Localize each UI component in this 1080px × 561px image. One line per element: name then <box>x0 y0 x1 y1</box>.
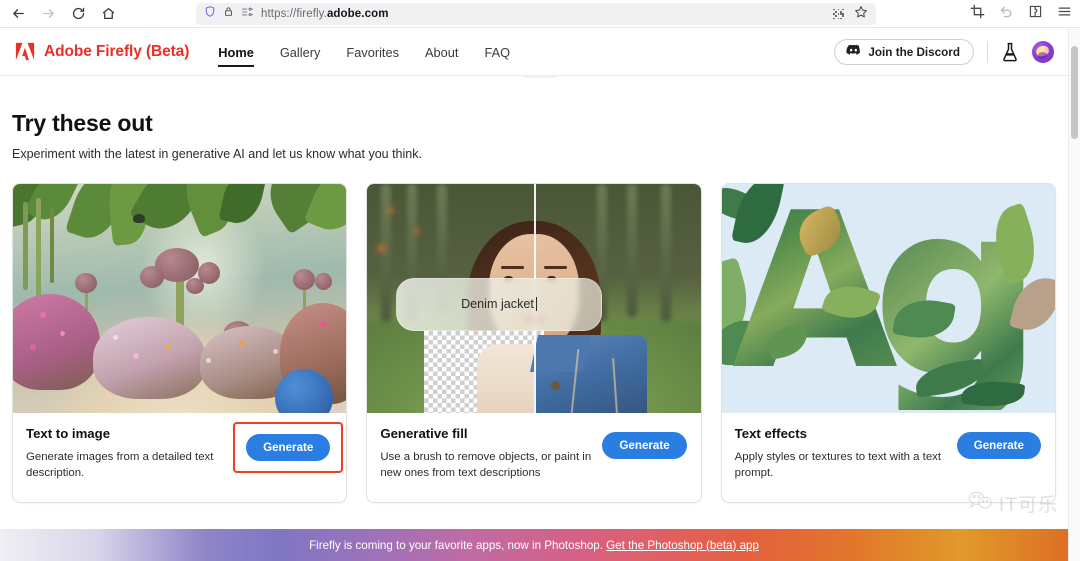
browser-toolbar: https://firefly.adobe.com <box>0 0 1080 28</box>
shield-icon <box>204 5 216 23</box>
highlight-annotation: Generate <box>233 422 344 473</box>
page-subtitle: Experiment with the latest in generative… <box>12 147 422 161</box>
user-avatar[interactable] <box>1032 41 1054 63</box>
discord-logo-icon <box>846 43 861 61</box>
forward-button[interactable] <box>34 2 62 26</box>
card-body: Text effects Apply styles or textures to… <box>722 413 1055 502</box>
page-scrollbar-thumb[interactable] <box>1071 46 1078 139</box>
qr-code-icon[interactable] <box>833 8 844 20</box>
portrait-denim-jacket-image: Denim jacket <box>367 184 701 413</box>
join-discord-button[interactable]: Join the Discord <box>834 39 974 65</box>
card-text-group: Text to image Generate images from a det… <box>26 426 244 481</box>
text-caret <box>535 297 537 312</box>
leafy-letters-image: A g <box>721 184 1055 413</box>
header-divider <box>987 41 988 63</box>
url-text: https://firefly.adobe.com <box>261 8 389 20</box>
prompt-input-overlay[interactable]: Denim jacket <box>395 277 603 331</box>
generate-button[interactable]: Generate <box>602 432 687 459</box>
nav-item-home[interactable]: Home <box>218 29 254 76</box>
card-description: Generate images from a detailed text des… <box>26 451 214 480</box>
feature-card-list: Text to image Generate images from a det… <box>0 161 1068 503</box>
fantasy-garden-image <box>13 184 347 413</box>
address-bar[interactable]: https://firefly.adobe.com <box>196 3 876 25</box>
card-body: Generative fill Use a brush to remove ob… <box>367 413 700 502</box>
card-action: Generate <box>956 426 1041 459</box>
generate-button[interactable]: Generate <box>246 434 331 461</box>
card-generative-fill[interactable]: Denim jacket Generative fill Use a brush… <box>366 183 702 503</box>
lock-icon <box>223 5 234 23</box>
reload-button[interactable] <box>64 2 92 26</box>
site-header: Adobe Firefly (Beta) Home Gallery Favori… <box>0 29 1068 76</box>
extension-icon[interactable] <box>1028 4 1043 24</box>
reader-view-icon[interactable] <box>241 5 254 23</box>
card-text-group: Text effects Apply styles or textures to… <box>735 426 957 481</box>
page-root: https://firefly.adobe.com Adobe Firefly … <box>0 0 1080 561</box>
card-description: Apply styles or textures to text with a … <box>734 451 942 480</box>
card-action: Generate <box>233 422 344 473</box>
photoshop-beta-link[interactable]: Get the Photoshop (beta) app <box>606 539 759 552</box>
nav-item-faq[interactable]: FAQ <box>484 29 510 76</box>
undo-icon[interactable] <box>999 4 1014 24</box>
promo-banner-text: Firefly is coming to your favorite apps,… <box>309 539 759 552</box>
back-button[interactable] <box>4 2 32 26</box>
card-description: Use a brush to remove objects, or paint … <box>380 451 592 480</box>
address-bar-actions <box>833 3 868 25</box>
primary-nav: Home Gallery Favorites About FAQ <box>218 29 510 76</box>
join-discord-label: Join the Discord <box>868 45 960 59</box>
promo-banner-message: Firefly is coming to your favorite apps,… <box>309 538 607 552</box>
hamburger-menu-icon[interactable] <box>1057 4 1072 24</box>
card-text-effects[interactable]: A g Text effects Apply styles or texture… <box>720 183 1056 503</box>
card-action: Generate <box>602 426 687 459</box>
generate-button[interactable]: Generate <box>956 432 1041 459</box>
prompt-text: Denim jacket <box>461 297 534 312</box>
browser-tool-icons <box>970 3 1072 25</box>
browser-nav-buttons <box>0 2 122 26</box>
page-title: Try these out <box>12 110 153 136</box>
card-body: Text to image Generate images from a det… <box>13 413 346 502</box>
card-text-group: Generative fill Use a brush to remove ob… <box>380 426 602 481</box>
card-title: Text to image <box>26 426 111 441</box>
card-title: Generative fill <box>380 426 468 441</box>
card-title: Text effects <box>734 426 807 441</box>
adobe-logo-icon <box>14 42 36 62</box>
header-actions: Join the Discord <box>834 39 1068 65</box>
home-button[interactable] <box>94 2 122 26</box>
brand-logo-group[interactable]: Adobe Firefly (Beta) <box>0 42 189 62</box>
nav-item-favorites[interactable]: Favorites <box>346 29 399 76</box>
nav-item-gallery[interactable]: Gallery <box>280 29 321 76</box>
crop-screenshot-icon[interactable] <box>970 4 985 24</box>
brand-name: Adobe Firefly (Beta) <box>44 43 190 60</box>
card-text-to-image[interactable]: Text to image Generate images from a det… <box>12 183 348 503</box>
nav-item-about[interactable]: About <box>425 29 458 76</box>
flask-beaker-icon[interactable] <box>1001 42 1019 62</box>
star-bookmark-icon[interactable] <box>854 5 868 24</box>
promo-banner: Firefly is coming to your favorite apps,… <box>0 529 1068 561</box>
main-content: Try these out Experiment with the latest… <box>0 76 1068 503</box>
